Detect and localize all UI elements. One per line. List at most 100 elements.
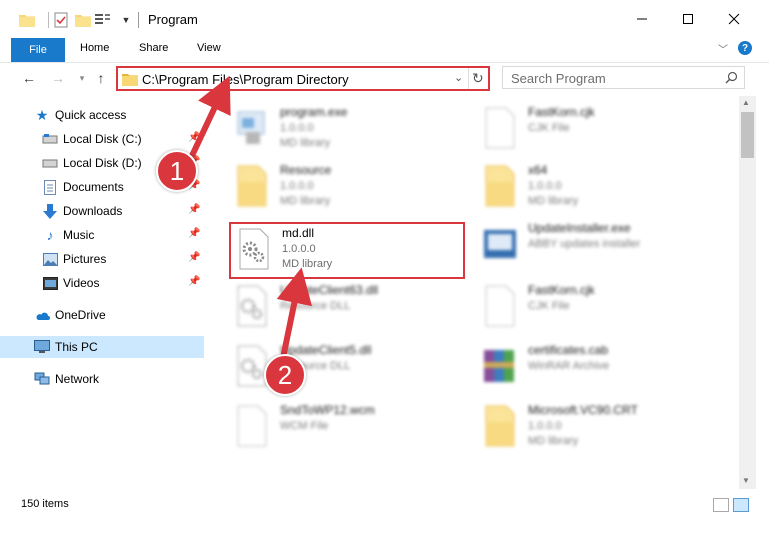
recent-locations-button[interactable]: ▾ (72, 68, 92, 88)
sidebar-item-quick-access[interactable]: ★ Quick access (0, 104, 204, 126)
file-type: MD library (528, 195, 579, 207)
tab-share[interactable]: Share (139, 42, 168, 54)
tab-view[interactable]: View (197, 42, 221, 54)
file-type: WinRAR Archive (528, 360, 610, 372)
sidebar-item-label: OneDrive (55, 308, 106, 322)
scroll-down-icon[interactable]: ▼ (742, 476, 750, 485)
pin-icon[interactable]: 📌 (188, 204, 200, 215)
dll-gear-icon (237, 285, 267, 327)
file-type: MD library (528, 435, 579, 447)
exe-icon (237, 111, 265, 144)
folder-file-icon (237, 165, 267, 207)
close-icon (728, 13, 740, 25)
sidebar-item-label: Quick access (55, 108, 127, 122)
sidebar-item-label: Downloads (63, 204, 123, 218)
item-count: 150 items (21, 498, 69, 510)
tab-file[interactable]: File (11, 38, 65, 62)
maximize-button[interactable] (674, 8, 702, 30)
drive-icon (42, 131, 58, 147)
expand-ribbon-icon[interactable]: ﹀ (718, 41, 728, 56)
network-icon (34, 371, 50, 387)
tab-home[interactable]: Home (80, 42, 109, 54)
file-item[interactable]: FastKorn.cjk CJK File (480, 102, 710, 156)
sidebar-item-this-pc[interactable]: This PC (0, 336, 204, 358)
file-version: 1.0.0.0 (280, 122, 314, 134)
title-separator (138, 12, 139, 28)
sidebar-item-network[interactable]: Network (0, 368, 204, 390)
sidebar-item-pictures[interactable]: Pictures 📌 (0, 248, 204, 270)
toolbar-separator (48, 12, 49, 28)
sidebar-item-label: Videos (63, 276, 100, 290)
navigation-bar: ← → ▾ ↑ C:\Program Files\Program Directo… (0, 63, 769, 93)
up-arrow-icon: ↑ (97, 70, 105, 86)
search-icon[interactable] (725, 71, 738, 84)
properties-icon[interactable] (52, 10, 70, 30)
refresh-icon[interactable]: ↻ (472, 70, 484, 87)
blank-file-icon (485, 285, 515, 327)
step-1-badge: 1 (156, 150, 198, 192)
file-item[interactable]: x64 1.0.0.0 MD library (480, 160, 710, 214)
chevron-down-icon[interactable]: ▼ (120, 10, 132, 30)
minimize-icon (637, 18, 647, 20)
sidebar-item-label: This PC (55, 340, 98, 354)
file-item[interactable]: Microsoft.VC90.CRT 1.0.0.0 MD library (480, 400, 710, 454)
customize-toolbar-icon[interactable] (94, 10, 116, 30)
address-bar[interactable]: C:\Program Files\Program Directory ⌄ ↻ (116, 66, 490, 91)
sidebar-item-onedrive[interactable]: OneDrive (0, 304, 204, 326)
new-folder-icon[interactable] (74, 10, 92, 30)
file-type: MD library (280, 137, 331, 149)
videos-icon (42, 275, 58, 291)
sidebar-item-label: Local Disk (D:) (63, 156, 142, 170)
large-icons-view-icon[interactable] (733, 498, 749, 512)
scroll-up-icon[interactable]: ▲ (742, 98, 750, 107)
file-name: x64 (528, 163, 548, 177)
file-type: CJK File (528, 300, 570, 312)
scroll-thumb[interactable] (741, 112, 754, 158)
close-button[interactable] (720, 8, 748, 30)
minimize-button[interactable] (628, 8, 656, 30)
details-view-icon[interactable] (713, 498, 729, 512)
file-list: program.exe 1.0.0.0 MD library FastKorn.… (204, 96, 738, 489)
pin-icon[interactable]: 📌 (188, 252, 200, 263)
maximize-icon (683, 14, 693, 24)
pin-icon[interactable]: 📌 (188, 276, 200, 287)
file-name: FastKorn.cjk (528, 105, 595, 119)
folder-icon[interactable] (18, 10, 36, 30)
pin-icon[interactable]: 📌 (188, 228, 200, 239)
file-item[interactable]: UpdateInstaller.exe ABBY updates install… (480, 218, 710, 272)
file-item[interactable]: UpdateClient63.dll Resource DLL (232, 280, 462, 334)
file-item[interactable]: program.exe 1.0.0.0 MD library (232, 102, 462, 156)
sidebar-item-label: Network (55, 372, 100, 386)
back-button[interactable]: ← (19, 68, 39, 88)
file-item[interactable]: Resource 1.0.0.0 MD library (232, 160, 462, 214)
address-path[interactable]: C:\Program Files\Program Directory (142, 72, 349, 87)
file-item[interactable]: certificates.cab WinRAR Archive (480, 340, 710, 394)
search-box[interactable]: Search Program (502, 66, 745, 89)
installer-icon (484, 230, 516, 258)
sidebar-item-music[interactable]: ♪ Music 📌 (0, 224, 204, 246)
window-title: Program (148, 12, 198, 27)
up-button[interactable]: ↑ (91, 68, 111, 88)
vertical-scrollbar[interactable]: ▲ ▼ (739, 96, 756, 489)
sidebar-item-videos[interactable]: Videos 📌 (0, 272, 204, 294)
pin-icon[interactable]: 📌 (188, 132, 200, 143)
download-icon (42, 203, 58, 219)
blank-file-icon (485, 107, 515, 149)
file-name: UpdateInstaller.exe (528, 221, 631, 235)
file-type: CJK File (528, 122, 570, 134)
file-item[interactable]: FastKorn.cjk CJK File (480, 280, 710, 334)
star-icon: ★ (35, 106, 49, 123)
file-type: WCM File (280, 420, 329, 432)
search-placeholder[interactable]: Search Program (511, 71, 606, 86)
documents-icon (42, 179, 58, 195)
address-dropdown-icon[interactable]: ⌄ (454, 71, 463, 84)
chevron-down-icon: ▾ (79, 72, 85, 83)
file-name: SndToWP12.wcm (280, 403, 375, 417)
sidebar-item-label: Documents (63, 180, 124, 194)
help-icon[interactable]: ? (738, 41, 752, 55)
step-2-badge: 2 (264, 354, 306, 396)
forward-button[interactable]: → (48, 68, 68, 88)
file-item[interactable]: SndToWP12.wcm WCM File (232, 400, 462, 454)
sidebar-item-downloads[interactable]: Downloads 📌 (0, 200, 204, 222)
sidebar-item-local-disk-c[interactable]: Local Disk (C:) 📌 (0, 128, 204, 150)
